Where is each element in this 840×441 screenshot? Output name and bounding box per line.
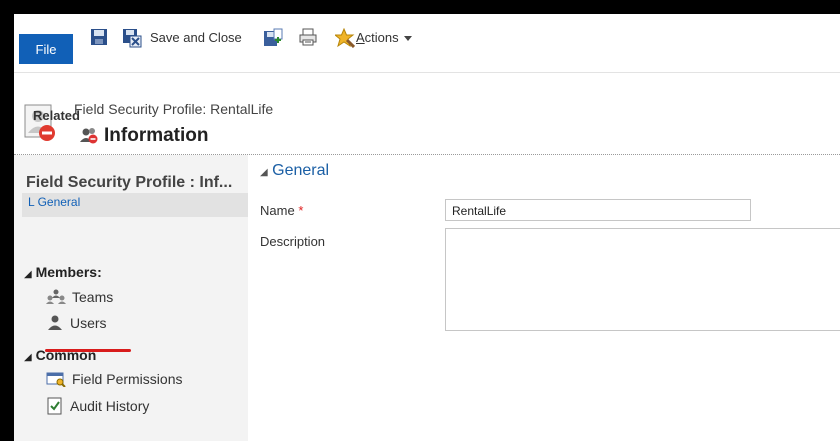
save-new-icon[interactable] xyxy=(263,28,283,48)
save-and-close-button[interactable]: Save and Close xyxy=(150,30,242,45)
required-marker: * xyxy=(298,203,304,218)
triangle-collapse-icon: ◢ xyxy=(24,352,32,363)
users-icon xyxy=(46,315,64,331)
page-title: Information xyxy=(104,125,209,146)
related-heading: Related xyxy=(33,108,80,123)
common-group-header[interactable]: ◢ Common xyxy=(24,347,96,363)
triangle-collapse-icon: ◢ xyxy=(260,167,268,178)
sidebar-item-audit-history-label: Audit History xyxy=(70,398,150,414)
sidebar-item-general-label: L General xyxy=(28,195,81,209)
actions-access-key: A xyxy=(356,30,365,45)
save-close-icon[interactable] xyxy=(122,28,142,48)
print-icon[interactable] xyxy=(299,28,317,46)
sidebar-item-teams[interactable]: Teams xyxy=(46,289,113,305)
actions-icon[interactable] xyxy=(335,28,355,48)
triangle-collapse-icon: ◢ xyxy=(24,269,32,280)
teams-icon xyxy=(46,289,66,305)
field-permissions-icon xyxy=(46,371,66,387)
chevron-down-icon[interactable] xyxy=(404,36,412,42)
ribbon-toolbar: File Save and Close Actions xyxy=(14,14,840,73)
sidebar-item-field-permissions-label: Field Permissions xyxy=(72,371,183,387)
section-general-header[interactable]: ◢ General xyxy=(260,162,329,180)
information-icon xyxy=(80,126,98,144)
actions-menu-button[interactable]: Actions xyxy=(356,30,399,45)
file-button[interactable]: File xyxy=(19,34,73,64)
members-group-header[interactable]: ◢ Members: xyxy=(24,264,102,280)
name-field[interactable]: RentalLife xyxy=(445,199,751,221)
record-header: Field Security Profile: RentalLife Infor… xyxy=(14,73,840,153)
name-label: Name * xyxy=(260,203,304,218)
sidebar-item-general[interactable]: L General xyxy=(22,193,248,217)
audit-history-icon xyxy=(46,397,64,415)
common-group-label: Common xyxy=(35,347,97,363)
description-label: Description xyxy=(260,234,326,249)
sidebar-item-teams-label: Teams xyxy=(72,289,114,305)
sidebar-item-users[interactable]: Users xyxy=(46,315,107,331)
header-subtitle: Field Security Profile: RentalLife xyxy=(74,101,274,117)
description-field[interactable] xyxy=(445,228,840,331)
section-general-title: General xyxy=(272,162,330,179)
sidebar-title: Field Security Profile : Inf... xyxy=(26,174,233,191)
sidebar-item-field-permissions[interactable]: Field Permissions xyxy=(46,371,182,387)
save-icon[interactable] xyxy=(90,28,108,46)
members-group-label: Members: xyxy=(35,264,102,280)
sidebar-item-audit-history[interactable]: Audit History xyxy=(46,397,149,415)
app-window: File Save and Close Actions Field Securi… xyxy=(14,14,840,441)
sidebar-item-users-label: Users xyxy=(70,315,107,331)
